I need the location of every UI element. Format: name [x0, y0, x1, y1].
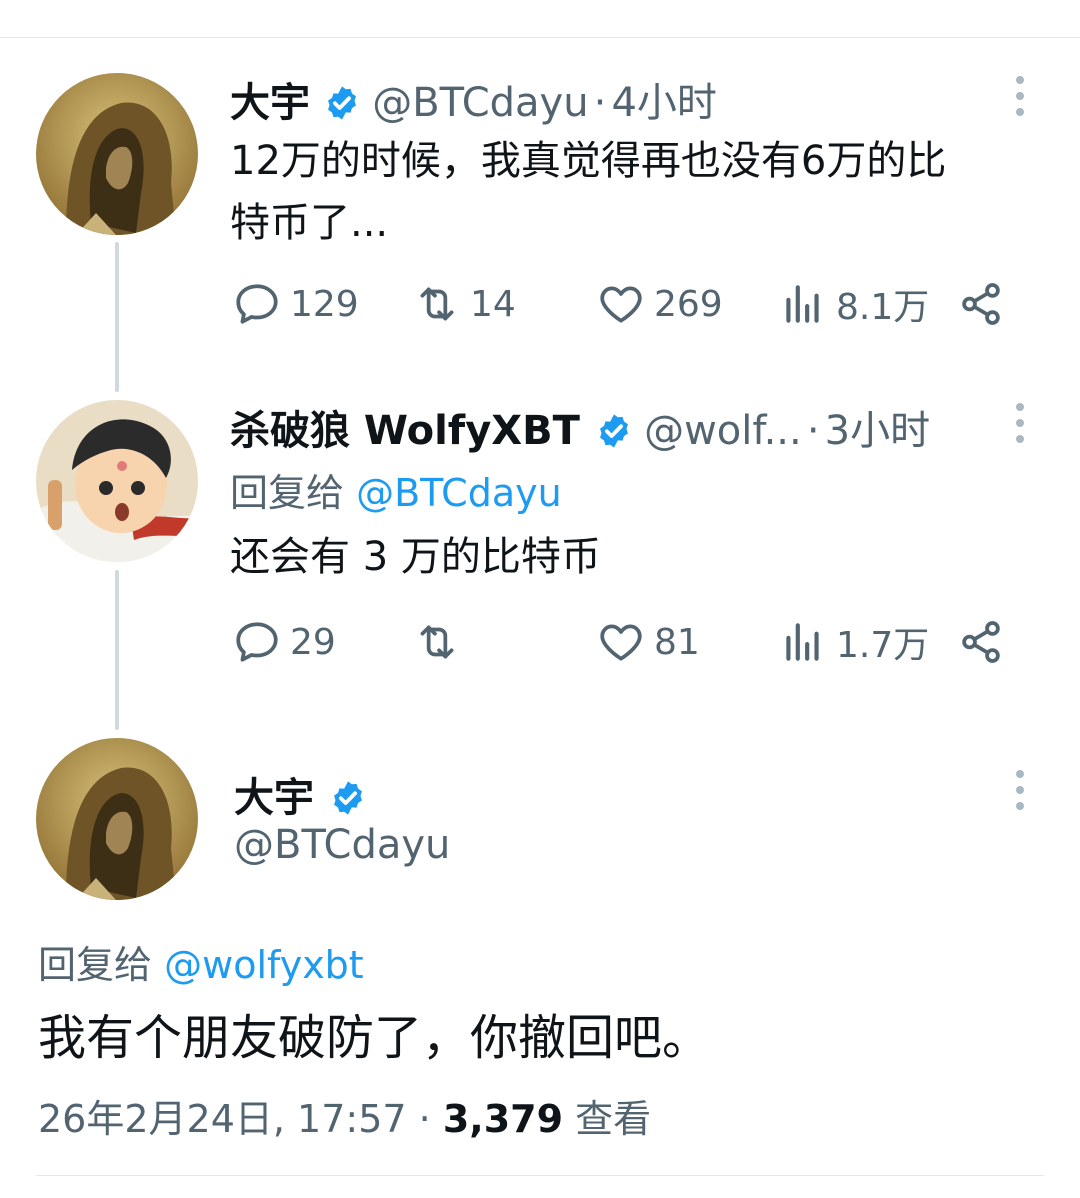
top-divider — [0, 37, 1080, 38]
author-name[interactable]: 大宇 — [234, 775, 314, 821]
share-button[interactable] — [956, 279, 1006, 329]
author-handle[interactable]: @BTCdayu — [234, 822, 450, 868]
reply-prefix: 回复给 — [230, 471, 345, 515]
reply-count: 29 — [290, 621, 336, 663]
views-button[interactable]: 1.7万 — [778, 617, 929, 667]
like-button[interactable]: 269 — [596, 279, 723, 329]
author-name[interactable]: 杀破狼 WolfyXBT — [230, 408, 580, 454]
separator: · — [593, 80, 607, 126]
separator: · — [806, 408, 820, 454]
like-icon — [600, 624, 642, 661]
like-icon — [600, 286, 642, 323]
avatar-wolfy[interactable] — [36, 400, 198, 562]
timestamp[interactable]: 4小时 — [611, 80, 716, 126]
more-icon[interactable] — [1008, 72, 1032, 120]
tweet1-header: 大宇 @BTCdayu · 4小时 — [230, 70, 717, 128]
retweet-count: 14 — [470, 283, 516, 325]
tweet3-text: 我有个朋友破防了，你撤回吧。 — [38, 1010, 711, 1066]
retweet-icon — [420, 625, 454, 659]
post-date[interactable]: 26年2月24日, 17:57 — [38, 1097, 407, 1141]
reply-to-handle[interactable]: @BTCdayu — [356, 471, 562, 515]
reply-prefix: 回复给 — [38, 943, 153, 987]
reply-to-handle[interactable]: @wolfyxbt — [164, 943, 364, 987]
like-count: 269 — [654, 283, 723, 325]
tweet2-header: 杀破狼 WolfyXBT @wolf... · 3小时 — [230, 398, 930, 456]
reply-count: 129 — [290, 283, 359, 325]
views-count: 1.7万 — [836, 625, 930, 666]
reply-button[interactable]: 29 — [232, 617, 336, 667]
author-handle[interactable]: @wolf... — [644, 408, 802, 454]
separator: · — [418, 1097, 431, 1141]
author-name[interactable]: 大宇 — [230, 80, 310, 126]
view-count: 3,379 — [442, 1097, 564, 1141]
views-icon — [786, 623, 819, 661]
reply-icon — [236, 284, 278, 324]
avatar-dayu[interactable] — [36, 73, 198, 235]
share-button[interactable] — [956, 617, 1006, 667]
reply-icon — [236, 622, 278, 662]
bottom-divider — [36, 1175, 1044, 1176]
views-icon — [786, 285, 819, 323]
views-count: 8.1万 — [836, 287, 930, 328]
avatar-dayu[interactable] — [36, 738, 198, 900]
retweet-button[interactable]: 14 — [412, 279, 516, 329]
tweet3-meta: 26年2月24日, 17:57 · 3,379 查看 — [38, 1088, 651, 1143]
verified-icon — [334, 781, 363, 815]
view-label: 查看 — [575, 1097, 652, 1141]
reply-button[interactable]: 129 — [232, 279, 359, 329]
tweet3-header: 大宇 — [234, 765, 367, 823]
timestamp[interactable]: 3小时 — [825, 408, 930, 454]
tweet1-text-line: 12万的时候，我真觉得再也没有6万的比 — [230, 138, 947, 184]
replying-to: 回复给 @wolfyxbt — [38, 934, 364, 989]
share-icon — [962, 621, 1000, 663]
retweet-icon — [420, 287, 454, 321]
views-button[interactable]: 8.1万 — [778, 279, 929, 329]
share-icon — [962, 283, 1000, 325]
like-button[interactable]: 81 — [596, 617, 700, 667]
like-count: 81 — [654, 621, 700, 663]
author-handle[interactable]: @BTCdayu — [372, 80, 588, 126]
more-icon[interactable] — [1008, 766, 1032, 814]
replying-to: 回复给 @BTCdayu — [230, 462, 562, 517]
more-icon[interactable] — [1008, 399, 1032, 447]
thread-line — [115, 570, 119, 730]
thread-line — [115, 242, 119, 392]
tweet2-text: 还会有 3 万的比特币 — [230, 534, 601, 580]
tweet1-text-line: 特币了... — [230, 200, 389, 246]
verified-icon — [600, 414, 628, 448]
verified-icon — [328, 86, 357, 120]
tweet1-text: 12万的时候，我真觉得再也没有6万的比 特币了... — [230, 130, 1050, 254]
retweet-button[interactable] — [412, 617, 470, 667]
